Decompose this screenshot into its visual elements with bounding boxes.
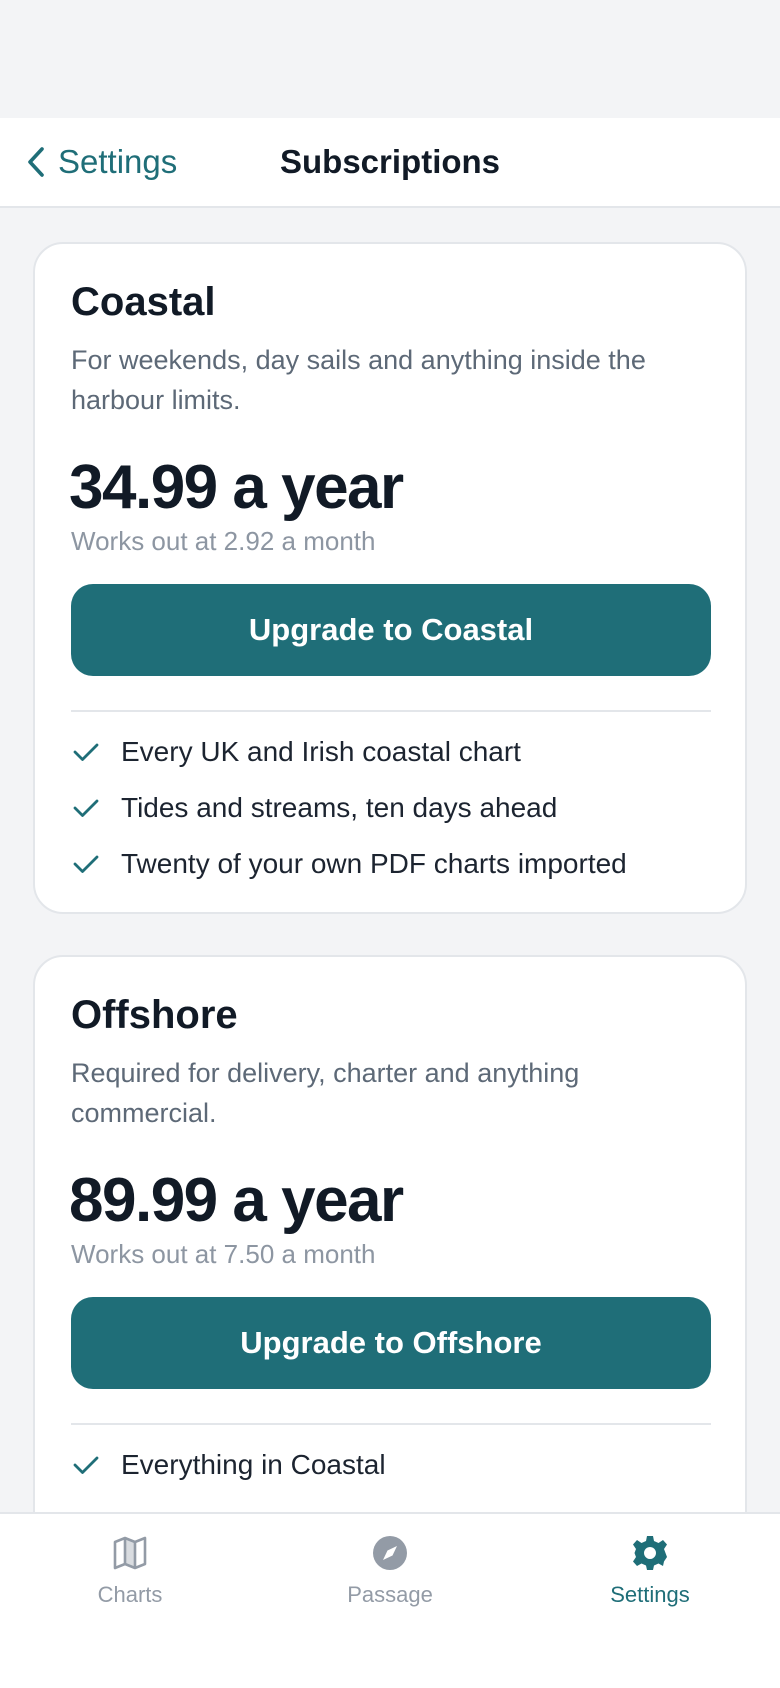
- back-button[interactable]: Settings: [26, 118, 177, 206]
- plan-monthly-price: Works out at 2.92 a month: [71, 526, 376, 556]
- compass-icon: [373, 1536, 407, 1570]
- feature-item: Everything in Coastal: [71, 1437, 386, 1493]
- check-icon: [73, 855, 99, 873]
- tab-label: Passage: [347, 1582, 433, 1607]
- feature-item: Twenty of your own PDF charts imported: [71, 836, 627, 892]
- plan-card-offshore: Offshore Required for delivery, charter …: [33, 955, 747, 1512]
- feature-text: Everything in Coastal: [121, 1449, 386, 1480]
- plan-price: 34.99 a year: [69, 453, 404, 522]
- upgrade-offshore-button[interactable]: Upgrade to Offshore: [71, 1297, 711, 1389]
- subscriptions-list[interactable]: Coastal For weekends, day sails and anyt…: [0, 208, 780, 1512]
- check-icon: [73, 799, 99, 817]
- divider: [71, 1423, 711, 1425]
- chevron-left-icon: [28, 147, 44, 177]
- tab-label: Charts: [97, 1582, 163, 1607]
- check-icon: [73, 1456, 99, 1474]
- back-button-label: Settings: [58, 143, 178, 180]
- plan-name: Offshore: [71, 993, 238, 1037]
- page-title: Subscriptions: [280, 143, 501, 180]
- plan-card-coastal: Coastal For weekends, day sails and anyt…: [33, 242, 747, 914]
- feature-text: Twenty of your own PDF charts imported: [121, 848, 627, 879]
- feature-item: Every UK and Irish coastal chart: [71, 724, 627, 780]
- status-bar-area: [0, 0, 780, 118]
- plan-price: 89.99 a year: [69, 1166, 404, 1235]
- tab-settings[interactable]: Settings: [520, 1514, 780, 1624]
- feature-list: Every UK and Irish coastal chart Tides a…: [71, 724, 627, 892]
- plan-monthly-price: Works out at 7.50 a month: [71, 1239, 376, 1269]
- upgrade-coastal-button[interactable]: Upgrade to Coastal: [71, 584, 711, 676]
- feature-item: Tides and streams, ten days ahead: [71, 780, 627, 836]
- plan-name: Coastal: [71, 280, 216, 324]
- tab-bar: Charts Passage Settings: [0, 1512, 780, 1688]
- feature-list: Everything in Coastal: [71, 1437, 386, 1493]
- gear-icon: [633, 1536, 667, 1570]
- check-icon: [73, 743, 99, 761]
- feature-text: Every UK and Irish coastal chart: [121, 736, 521, 767]
- plan-description: Required for delivery, charter and anyth…: [71, 1058, 580, 1128]
- feature-text: Tides and streams, ten days ahead: [121, 792, 558, 823]
- divider: [71, 710, 711, 712]
- navigation-bar: Settings Subscriptions: [0, 118, 780, 208]
- tab-charts[interactable]: Charts: [0, 1514, 260, 1624]
- plan-description: For weekends, day sails and anything ins…: [71, 345, 646, 415]
- tab-label: Settings: [610, 1582, 690, 1607]
- tab-passage[interactable]: Passage: [260, 1514, 520, 1624]
- map-icon: [113, 1536, 147, 1570]
